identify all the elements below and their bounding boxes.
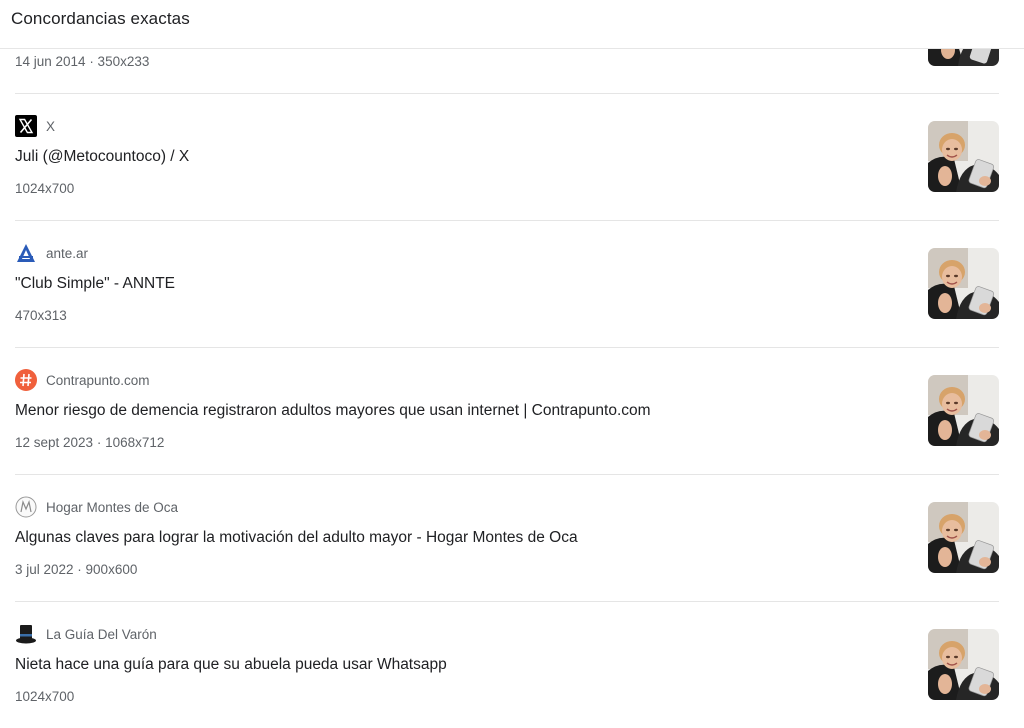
result-title[interactable]: Juli (@Metocountoco) / X xyxy=(15,148,189,166)
result-meta: 470x313 xyxy=(15,308,67,323)
result-thumbnail[interactable] xyxy=(928,502,999,573)
result-source[interactable]: Contrapunto.com xyxy=(15,369,150,391)
result-title[interactable]: Nieta hace una guía para que su abuela p… xyxy=(15,656,447,674)
result-thumbnail[interactable] xyxy=(928,121,999,192)
list-item[interactable]: La Guía Del Varón Nieta hace una guía pa… xyxy=(15,601,999,728)
source-name: X xyxy=(46,118,56,134)
hash-logo-icon xyxy=(15,369,37,391)
result-title[interactable]: "Club Simple" - ANNTE xyxy=(15,275,175,293)
x-logo-icon xyxy=(15,115,37,137)
source-name: La Guía Del Varón xyxy=(46,626,157,642)
result-source[interactable]: ante.ar xyxy=(15,242,88,264)
result-thumbnail[interactable] xyxy=(928,375,999,446)
source-name: Hogar Montes de Oca xyxy=(46,499,179,515)
result-source[interactable]: Hogar Montes de Oca xyxy=(15,496,178,518)
result-source[interactable]: X xyxy=(15,115,55,137)
list-item[interactable]: Contrapunto.com Menor riesgo de demencia… xyxy=(15,347,999,474)
result-meta: 12 sept 2023 · 1068x712 xyxy=(15,435,165,450)
list-item[interactable]: X Juli (@Metocountoco) / X 1024x700 xyxy=(15,93,999,220)
result-meta: 1024x700 xyxy=(15,689,75,704)
results-list: 14 jun 2014 · 350x233 X Juli (@Metocount… xyxy=(0,0,1024,714)
list-item[interactable]: Hogar Montes de Oca Algunas claves para … xyxy=(15,474,999,601)
source-name: Contrapunto.com xyxy=(46,372,150,388)
result-meta: 3 jul 2022 · 900x600 xyxy=(15,562,138,577)
section-header: Concordancias exactas xyxy=(0,0,1024,49)
result-meta: 14 jun 2014 · 350x233 xyxy=(15,54,150,69)
result-title[interactable]: Menor riesgo de demencia registraron adu… xyxy=(15,402,651,420)
result-title[interactable]: Algunas claves para lograr la motivación… xyxy=(15,529,578,547)
list-item[interactable]: ante.ar "Club Simple" - ANNTE 470x313 xyxy=(15,220,999,347)
result-meta: 1024x700 xyxy=(15,181,75,196)
result-source[interactable]: La Guía Del Varón xyxy=(15,623,157,645)
ante-logo-icon xyxy=(15,242,37,264)
result-thumbnail[interactable] xyxy=(928,248,999,319)
section-title: Concordancias exactas xyxy=(11,9,190,28)
result-thumbnail[interactable] xyxy=(928,629,999,700)
source-name: ante.ar xyxy=(46,245,89,261)
hogar-logo-icon xyxy=(15,496,37,518)
top-hat-icon xyxy=(15,623,37,645)
